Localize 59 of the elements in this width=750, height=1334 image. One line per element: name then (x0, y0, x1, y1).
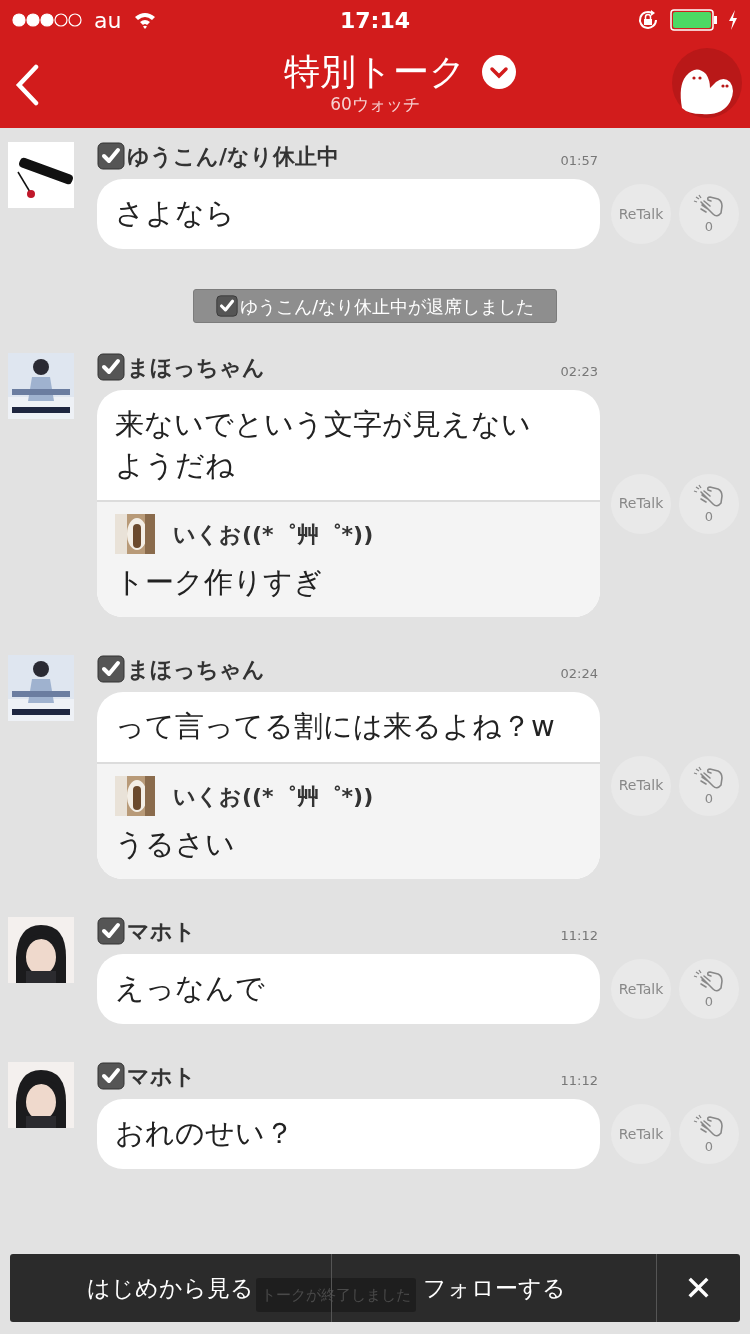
message-time: 11:12 (560, 927, 598, 946)
user-name[interactable]: まほっちゃん (127, 652, 265, 686)
message-text: おれのせい？ (114, 1115, 295, 1152)
back-chevron-icon (14, 64, 40, 106)
clap-count: 0 (704, 220, 714, 234)
retalk-button[interactable]: ReTalk (611, 1104, 671, 1164)
clapping-hands-icon (693, 969, 725, 995)
message-time: 02:23 (560, 363, 598, 382)
verified-check-icon (97, 353, 125, 381)
verified-check-icon (97, 917, 125, 945)
notice-text: ゆうこん/なり休止中が退席しました (239, 294, 535, 319)
clap-button[interactable]: 0 (679, 755, 739, 816)
retalk-button[interactable]: ReTalk (611, 959, 671, 1019)
clap-button[interactable]: 0 (679, 1104, 739, 1164)
verified-check-icon (215, 295, 238, 317)
clock-time: 17:14 (340, 6, 410, 35)
clapping-hands-icon (693, 194, 725, 220)
clap-button[interactable]: 0 (679, 184, 739, 244)
rotation-lock-icon (636, 8, 660, 32)
verified-check-icon (97, 142, 125, 170)
clapping-hands-icon (693, 765, 725, 792)
quoted-user-name: いくお((*゜艸゜*)) (173, 520, 374, 549)
charging-bolt-icon (728, 10, 738, 30)
verified-check-icon (97, 1062, 125, 1090)
quoted-text: うるさい (115, 826, 236, 863)
message-text: って言ってる割には来るよね？w (114, 708, 556, 745)
message-text: 来ないでという文字が見えないようだね (114, 406, 532, 484)
clap-button[interactable]: 0 (679, 473, 739, 534)
retalk-button[interactable]: ReTalk (611, 184, 671, 244)
clapping-hands-icon (693, 1114, 725, 1140)
wifi-icon (133, 11, 158, 29)
carrier-name: au (94, 6, 122, 35)
user-name[interactable]: ゆうこん/なり休止中 (127, 139, 340, 173)
message-time: 11:12 (560, 1072, 598, 1091)
ghost-mascot-icon[interactable] (672, 48, 742, 118)
retalk-button[interactable]: ReTalk (611, 473, 671, 534)
quoted-text: トーク作りすぎ (115, 564, 324, 601)
user-name[interactable]: マホト (127, 914, 196, 948)
message-time: 01:57 (560, 152, 598, 171)
clap-count: 0 (704, 509, 714, 524)
retalk-button[interactable]: ReTalk (611, 755, 671, 816)
clap-button[interactable]: 0 (679, 959, 739, 1019)
user-name[interactable]: マホト (127, 1059, 196, 1093)
user-name[interactable]: まほっちゃん (127, 350, 265, 384)
dropdown-chevron-icon[interactable] (482, 55, 516, 90)
clap-count: 0 (704, 1140, 714, 1154)
message-text: えっなんで (114, 970, 266, 1007)
close-button[interactable]: ✕ (657, 1254, 740, 1322)
signal-strength-icon (12, 13, 82, 27)
clapping-hands-icon (693, 483, 725, 510)
watch-count: 60ウォッチ (330, 93, 420, 117)
clap-count: 0 (704, 791, 714, 806)
talk-title: 特別トーク (284, 50, 466, 95)
battery-icon (670, 9, 718, 31)
message-text: さよなら (114, 195, 236, 232)
quoted-user-name: いくお((*゜艸゜*)) (173, 782, 374, 811)
clap-count: 0 (704, 995, 714, 1009)
verified-check-icon (97, 655, 125, 683)
message-time: 02:24 (560, 665, 598, 684)
